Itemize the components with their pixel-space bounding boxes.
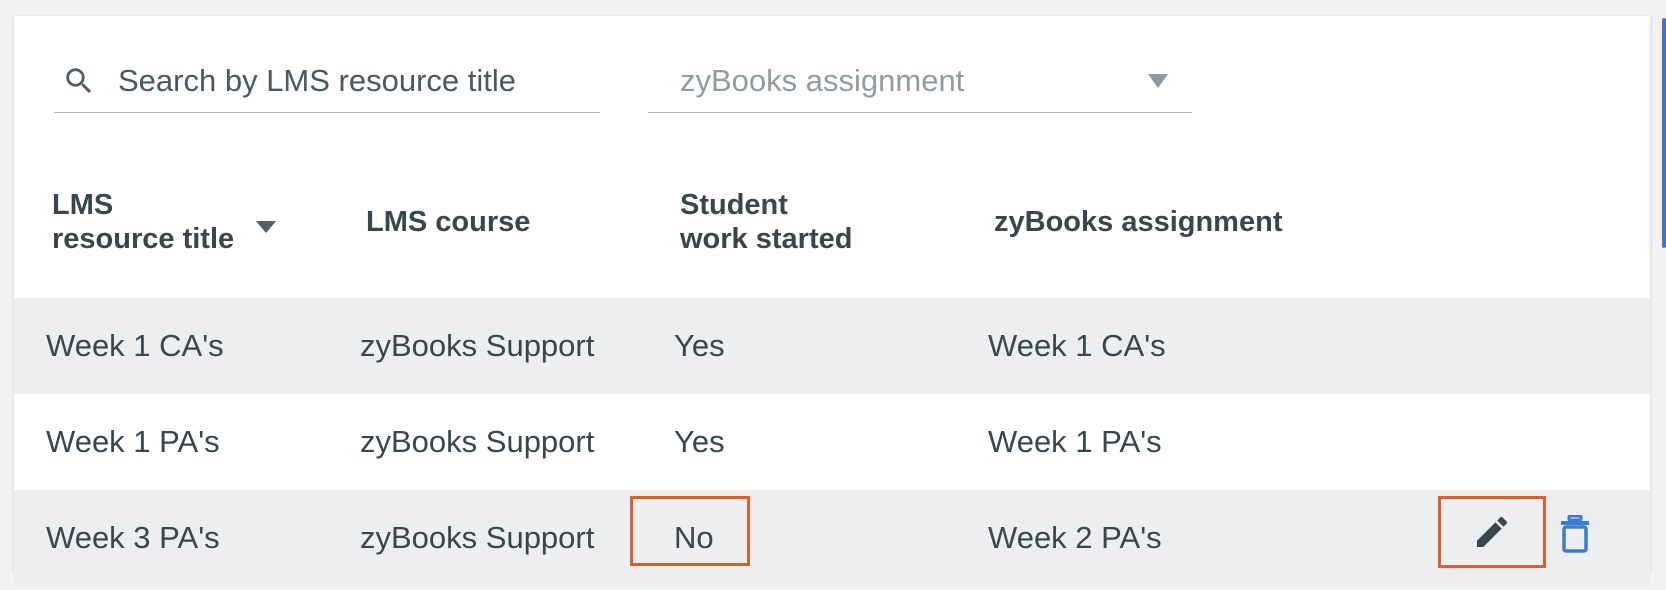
links-table: LMS resource title LMS course Student wo… bbox=[14, 146, 1650, 586]
cell-resource-title: Week 1 PA's bbox=[46, 424, 220, 459]
assignment-select[interactable]: zyBooks assignment bbox=[648, 50, 1192, 113]
cell-course: zyBooks Support bbox=[360, 520, 595, 555]
table-row: Week 3 PA's zyBooks Support No Week 2 PA… bbox=[14, 490, 1650, 586]
column-header-work-started: Student work started bbox=[680, 188, 852, 256]
cell-resource-title: Week 3 PA's bbox=[46, 520, 220, 555]
table-header-row: LMS resource title LMS course Student wo… bbox=[14, 146, 1650, 298]
dropdown-caret-icon bbox=[1148, 74, 1168, 88]
column-header-course: LMS course bbox=[366, 205, 531, 238]
column-header-line: resource title bbox=[52, 223, 235, 255]
search-field[interactable] bbox=[54, 50, 600, 113]
search-input[interactable] bbox=[118, 63, 578, 99]
column-header-assignment: zyBooks assignment bbox=[994, 205, 1283, 238]
assignment-links-card: zyBooks assignment LMS resource title LM… bbox=[14, 16, 1650, 586]
cell-work-started: Yes bbox=[674, 424, 725, 459]
cell-work-started: No bbox=[674, 520, 714, 555]
pencil-icon bbox=[1477, 516, 1508, 547]
cell-course: zyBooks Support bbox=[360, 328, 595, 363]
cell-course: zyBooks Support bbox=[360, 424, 595, 459]
assignment-select-value: zyBooks assignment bbox=[680, 63, 965, 98]
table-row: Week 1 PA's zyBooks Support Yes Week 1 P… bbox=[14, 394, 1650, 490]
search-icon bbox=[66, 68, 92, 94]
edit-button[interactable] bbox=[1438, 496, 1546, 568]
column-header-line: work started bbox=[680, 223, 853, 255]
cell-resource-title: Week 1 CA's bbox=[46, 328, 224, 363]
cell-work-started: Yes bbox=[674, 328, 725, 363]
filter-bar: zyBooks assignment bbox=[14, 16, 1650, 144]
sort-caret-icon[interactable] bbox=[256, 221, 277, 234]
trash-icon bbox=[1561, 515, 1589, 553]
cell-assignment: Week 2 PA's bbox=[988, 520, 1162, 555]
cell-assignment: Week 1 CA's bbox=[988, 328, 1166, 363]
column-header-line: LMS bbox=[52, 189, 114, 221]
delete-button[interactable] bbox=[1558, 514, 1592, 554]
cell-assignment: Week 1 PA's bbox=[988, 424, 1162, 459]
scrollbar[interactable] bbox=[1662, 18, 1666, 248]
table-row: Week 1 CA's zyBooks Support Yes Week 1 C… bbox=[14, 298, 1650, 394]
column-header-line: Student bbox=[680, 189, 788, 221]
column-header-resource-title[interactable]: LMS resource title bbox=[52, 188, 277, 256]
